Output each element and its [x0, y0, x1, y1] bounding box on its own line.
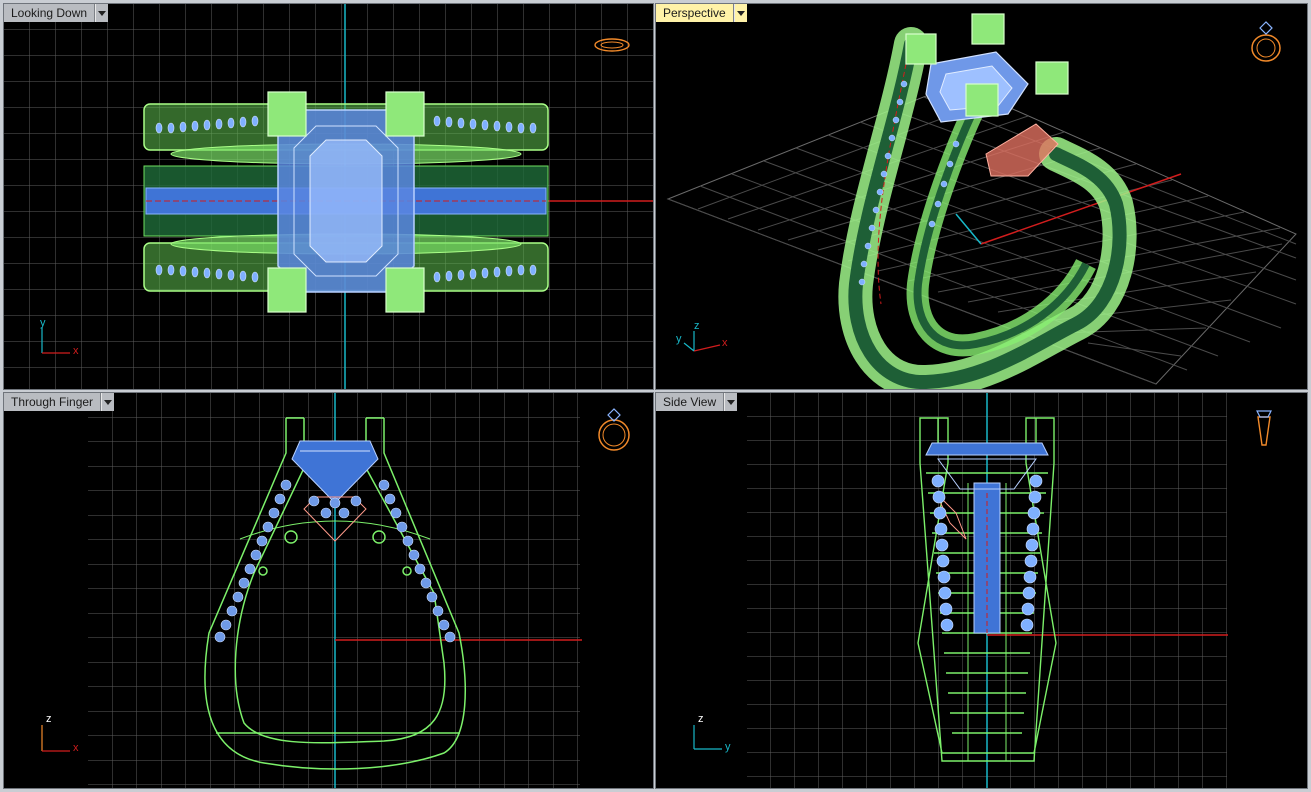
side-view-scene — [747, 393, 1228, 788]
ring-nav-icon[interactable] — [592, 34, 632, 56]
axis-label-y: y — [40, 317, 46, 329]
axis-label-y: y — [725, 741, 731, 753]
center-emerald-stone — [277, 109, 415, 293]
chevron-down-icon[interactable] — [724, 393, 738, 411]
viewport-side-view[interactable]: Side View z y — [655, 392, 1308, 789]
axis-triad: y x — [36, 317, 96, 361]
chevron-down-icon[interactable] — [95, 4, 109, 22]
viewport-label: Perspective — [656, 4, 734, 22]
viewport-perspective[interactable]: Perspective z x y — [655, 3, 1308, 390]
chevron-down-icon[interactable] — [101, 393, 115, 411]
viewport-label: Looking Down — [4, 4, 96, 22]
axis-label-z: z — [694, 320, 700, 332]
viewport-tab-side-view[interactable]: Side View — [656, 393, 738, 411]
front-view-scene — [88, 393, 582, 788]
axis-label-z: z — [698, 713, 704, 725]
axis-label-x: x — [73, 742, 79, 754]
axis-label-z: z — [46, 713, 52, 725]
perspective-scene — [666, 13, 1297, 389]
axis-label-x: x — [73, 345, 79, 357]
axis-triad: z y — [688, 711, 748, 755]
viewport-label: Through Finger — [4, 393, 102, 411]
axis-label-x: x — [722, 337, 728, 349]
viewport-tab-through-finger[interactable]: Through Finger — [4, 393, 115, 411]
ring-nav-icon[interactable] — [594, 405, 634, 453]
ring-nav-icon[interactable] — [1252, 405, 1276, 453]
chevron-down-icon[interactable] — [733, 4, 747, 22]
ring-nav-icon[interactable] — [1246, 18, 1286, 64]
axis-label-y: y — [676, 333, 682, 345]
viewport-looking-down[interactable]: Looking Down y x — [3, 3, 654, 390]
axis-triad: z x — [36, 711, 96, 755]
viewport-label: Side View — [656, 393, 725, 411]
top-view-scene — [4, 4, 653, 389]
viewport-tab-looking-down[interactable]: Looking Down — [4, 4, 109, 22]
viewport-tab-perspective[interactable]: Perspective — [656, 4, 747, 22]
axis-triad: z x y — [674, 319, 744, 363]
viewport-through-finger[interactable]: Through Finger z x — [3, 392, 654, 789]
